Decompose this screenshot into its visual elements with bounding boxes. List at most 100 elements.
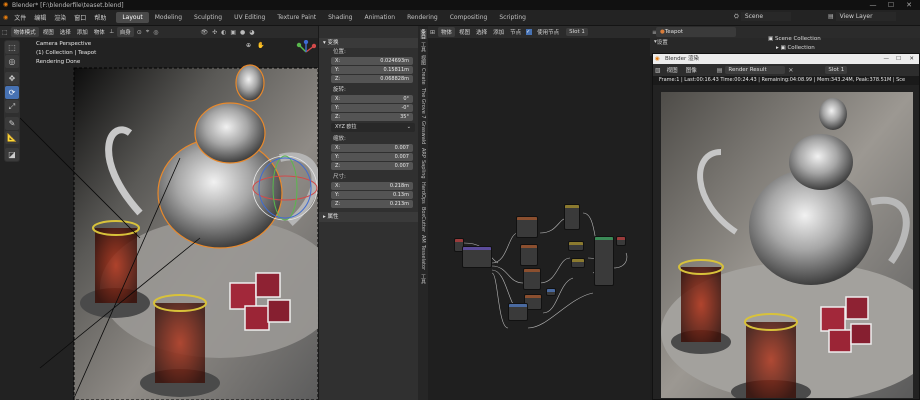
pivot-icon[interactable]: ⊙ bbox=[137, 29, 142, 36]
measure-tool-icon[interactable]: 📐 bbox=[5, 131, 19, 144]
mapping-node[interactable] bbox=[462, 246, 492, 268]
tab-animation[interactable]: Animation bbox=[358, 12, 401, 23]
render-slot-dropdown[interactable]: Slot 1 bbox=[825, 66, 848, 74]
3d-viewport[interactable]: ⬚ 物体模式 视图 选择 添加 物体 ⟂ 自身 ⊙ ⌖ ◎ 👁 ✣ ◐ ▣ ● … bbox=[0, 26, 318, 400]
menu-help[interactable]: 帮助 bbox=[90, 13, 110, 22]
tab-uv-editing[interactable]: UV Editing bbox=[228, 12, 271, 23]
mix-node-2[interactable] bbox=[571, 258, 585, 268]
principled-bsdf-node[interactable] bbox=[594, 236, 614, 286]
zoom-icon[interactable]: ⊕ bbox=[246, 42, 251, 49]
mix-node-1[interactable] bbox=[568, 241, 584, 251]
viewport-menu-view[interactable]: 视图 bbox=[40, 28, 57, 36]
tab-tool[interactable]: 工具 bbox=[420, 42, 427, 52]
tab-sapling[interactable]: Sapling bbox=[420, 160, 426, 179]
tab-item[interactable]: 条目 bbox=[420, 29, 427, 39]
menu-edit[interactable]: 编辑 bbox=[30, 13, 50, 22]
tab-hardops[interactable]: HardOps bbox=[420, 182, 426, 204]
node-menu-add[interactable]: 添加 bbox=[490, 28, 507, 36]
menu-render[interactable]: 渲染 bbox=[50, 13, 70, 22]
tab-create[interactable]: Create bbox=[420, 68, 426, 85]
node-editor-type-icon[interactable]: ⊞ bbox=[430, 29, 435, 36]
image-editor-icon[interactable]: ▧ bbox=[655, 67, 661, 74]
color-ramp-node[interactable] bbox=[564, 204, 580, 230]
xray-icon[interactable]: ▣ bbox=[230, 29, 236, 36]
math-node[interactable] bbox=[546, 288, 556, 296]
tab-the-grove[interactable]: The Grove 7 bbox=[420, 88, 426, 119]
close-button[interactable]: ✕ bbox=[900, 0, 918, 10]
transform-section-header[interactable]: ▾ 变换 bbox=[319, 38, 418, 48]
tab-shading[interactable]: Shading bbox=[322, 12, 358, 23]
view-layer-selector[interactable]: ▤ View Layer bbox=[826, 12, 896, 21]
nav-gizmo[interactable]: ⊕ ✋ bbox=[244, 42, 266, 49]
editor-type-icon[interactable]: ⬚ bbox=[2, 29, 8, 36]
location-z-field[interactable]: Z: 0.068828m bbox=[331, 75, 413, 83]
select-tool-icon[interactable]: ⬚ bbox=[5, 41, 19, 54]
tab-scripting[interactable]: Scripting bbox=[493, 12, 532, 23]
orientation-dropdown[interactable]: 自身 bbox=[116, 27, 134, 37]
scale-z-field[interactable]: Z: 0.007 bbox=[331, 162, 413, 170]
viewport-menu-select[interactable]: 选择 bbox=[57, 28, 74, 36]
mode-dropdown[interactable]: 物体模式 bbox=[10, 27, 39, 37]
cursor-tool-icon[interactable]: ◎ bbox=[5, 55, 19, 68]
dimensions-x-field[interactable]: X: 0.218m bbox=[331, 182, 413, 190]
tab-modeling[interactable]: Modeling bbox=[149, 12, 188, 23]
dimensions-z-field[interactable]: Z: 0.213m bbox=[331, 200, 413, 208]
collection-row[interactable]: ▸ ▣ Collection bbox=[776, 45, 815, 51]
scene-selector[interactable]: ⛭ Scene bbox=[732, 12, 791, 21]
render-minimize-button[interactable]: — bbox=[884, 54, 890, 64]
shading-solid-icon[interactable]: ● bbox=[240, 29, 245, 36]
shader-node-editor[interactable]: ⊞ 物体 视图 选择 添加 节点 ✓ 使用节点 Slot 1 bbox=[428, 26, 650, 400]
axis-gizmo[interactable] bbox=[296, 39, 317, 64]
viewport-menu-add[interactable]: 添加 bbox=[74, 28, 91, 36]
blender-menu-icon[interactable]: ◉ bbox=[3, 14, 8, 21]
tab-tools-extra[interactable]: 工具 bbox=[420, 274, 427, 284]
render-menu-view[interactable]: 视图 bbox=[663, 66, 682, 74]
node-menu-node[interactable]: 节点 bbox=[507, 28, 524, 36]
scale-y-field[interactable]: Y: 0.007 bbox=[331, 153, 413, 161]
tab-sculpting[interactable]: Sculpting bbox=[188, 12, 228, 23]
gizmo-icon[interactable]: ✣ bbox=[212, 29, 217, 36]
scale-tool-icon[interactable]: ⤢ bbox=[5, 100, 19, 113]
node-menu-select[interactable]: 选择 bbox=[473, 28, 490, 36]
tab-texture-paint[interactable]: Texture Paint bbox=[271, 12, 322, 23]
tab-view[interactable]: 视图 bbox=[420, 55, 427, 65]
use-nodes-checkbox-icon[interactable]: ✓ bbox=[526, 29, 533, 35]
rotate-tool-icon[interactable]: ⟳ bbox=[5, 86, 19, 99]
image-texture-node-3[interactable] bbox=[523, 268, 541, 290]
tab-am[interactable]: AM bbox=[420, 235, 426, 243]
annotate-tool-icon[interactable]: ✎ bbox=[5, 117, 19, 130]
menu-window[interactable]: 窗口 bbox=[70, 13, 90, 22]
tab-layout[interactable]: Layout bbox=[116, 12, 149, 23]
node-menu-view[interactable]: 视图 bbox=[456, 28, 473, 36]
tab-graswald[interactable]: Graswald bbox=[420, 121, 426, 144]
add-cube-tool-icon[interactable]: ◪ bbox=[5, 148, 19, 161]
minimize-button[interactable]: — bbox=[864, 0, 882, 10]
rotation-y-field[interactable]: Y: -0° bbox=[331, 104, 413, 112]
material-slot-dropdown[interactable]: Slot 1 bbox=[566, 28, 588, 36]
tab-compositing[interactable]: Compositing bbox=[444, 12, 494, 23]
render-menu-image[interactable]: 图像 bbox=[682, 66, 701, 74]
pin-icon[interactable]: ✕ bbox=[788, 67, 793, 74]
maximize-button[interactable]: ☐ bbox=[882, 0, 900, 10]
tab-arp[interactable]: ARP bbox=[420, 148, 426, 158]
image-texture-node-1[interactable] bbox=[516, 216, 538, 238]
bump-node[interactable] bbox=[508, 303, 528, 321]
menu-file[interactable]: 文件 bbox=[10, 13, 30, 22]
location-x-field[interactable]: X: 0.024693m bbox=[331, 57, 413, 65]
material-name-field[interactable]: ● Teapot bbox=[656, 27, 736, 37]
scene-collection-row[interactable]: ▣ Scene Collection bbox=[768, 36, 821, 42]
proportional-edit-icon[interactable]: ◎ bbox=[153, 29, 158, 36]
overlay-icon[interactable]: ◐ bbox=[221, 29, 226, 36]
tab-rendering[interactable]: Rendering bbox=[401, 12, 444, 23]
render-close-button[interactable]: ✕ bbox=[909, 54, 914, 64]
visibility-icon[interactable]: 👁 bbox=[200, 29, 208, 36]
properties-section-header[interactable]: ▸ 属性 bbox=[319, 212, 418, 222]
scale-x-field[interactable]: X: 0.007 bbox=[331, 144, 413, 152]
snap-icon[interactable]: ⌖ bbox=[146, 28, 149, 36]
tab-boxcutter[interactable]: BoxCutter bbox=[420, 207, 426, 232]
render-maximize-button[interactable]: ☐ bbox=[896, 54, 901, 64]
location-y-field[interactable]: Y: 0.15811m bbox=[331, 66, 413, 74]
rotation-z-field[interactable]: Z: 35° bbox=[331, 113, 413, 121]
render-result-field[interactable]: Render Result bbox=[725, 66, 786, 74]
shading-rendered-icon[interactable]: ◕ bbox=[249, 29, 254, 36]
